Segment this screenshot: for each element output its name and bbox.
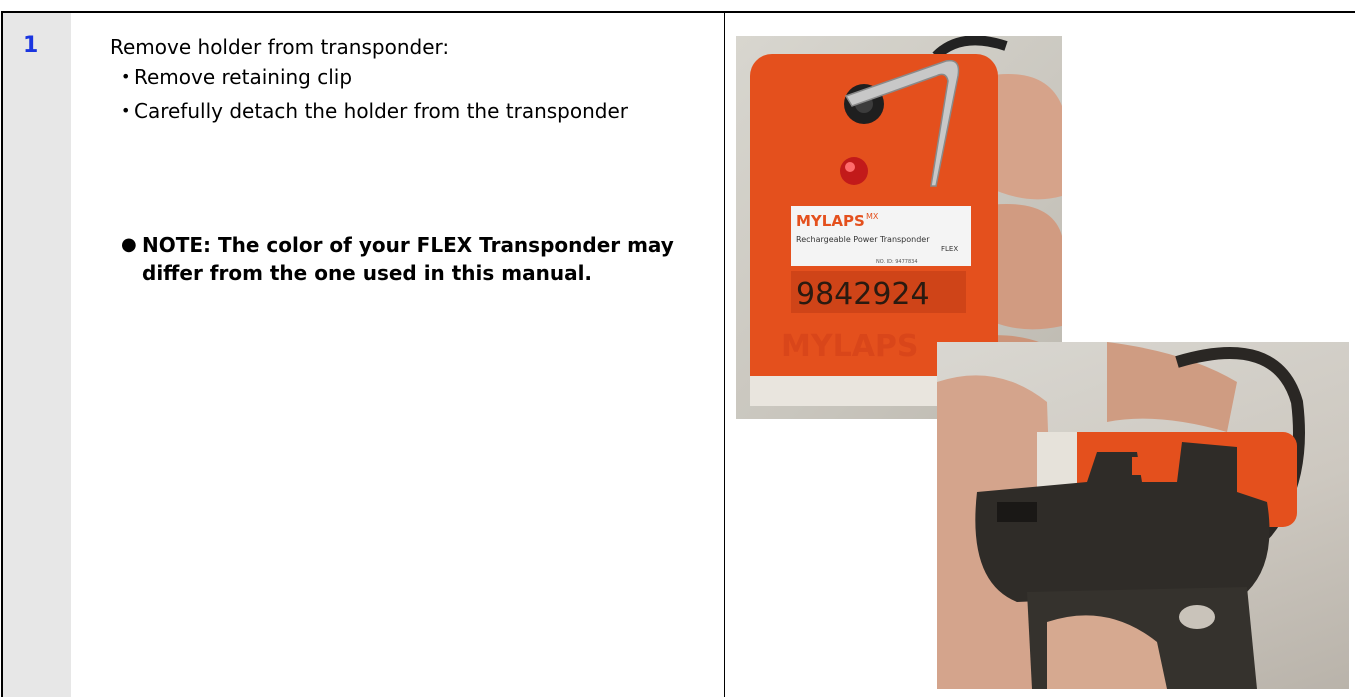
transponder-id-text: 9842924 [796, 277, 930, 312]
bullet-dot: ● [121, 234, 137, 255]
bullet-item: • Remove retaining clip [121, 63, 701, 91]
step-image-column: MYLAPS MX Rechargeable Power Transponder… [726, 13, 1355, 697]
bullet-item: • Carefully detach the holder from the t… [121, 97, 701, 125]
step-number-column: 1 [3, 13, 71, 697]
led-indicator [840, 157, 868, 185]
step-number: 1 [23, 33, 39, 58]
embossed-logo: MYLAPS [781, 329, 919, 364]
bullet-dot: • [121, 101, 131, 120]
holder-photo [937, 342, 1349, 689]
brand-suffix-text: MX [866, 212, 879, 221]
variant-text: FLEX [941, 245, 958, 253]
bullet-text: Remove retaining clip [134, 65, 353, 89]
step-bullet-list: • Remove retaining clip • Carefully deta… [121, 63, 701, 131]
brand-logo-text: MYLAPS [796, 212, 865, 230]
note-text: NOTE: The color of your FLEX Transponder… [142, 233, 674, 285]
bullet-text: Carefully detach the holder from the tra… [134, 99, 629, 123]
holder-slot-left [997, 502, 1037, 522]
strap-loop [932, 36, 1008, 60]
step-table: 1 Remove holder from transponder: • Remo… [1, 11, 1355, 697]
bullet-dot: • [121, 67, 131, 86]
led-highlight [845, 162, 855, 172]
holder-slot-right [1132, 457, 1172, 475]
color-note: ● NOTE: The color of your FLEX Transpond… [121, 231, 731, 287]
holder-illustration [937, 342, 1305, 689]
serial-small-text: NO. ID: 9477834 [876, 259, 918, 265]
step-instruction: Remove holder from transponder: [110, 35, 450, 59]
holder-hole [1179, 605, 1215, 629]
product-line-text: Rechargeable Power Transponder [796, 235, 930, 244]
step-text-column: Remove holder from transponder: • Remove… [71, 13, 725, 697]
